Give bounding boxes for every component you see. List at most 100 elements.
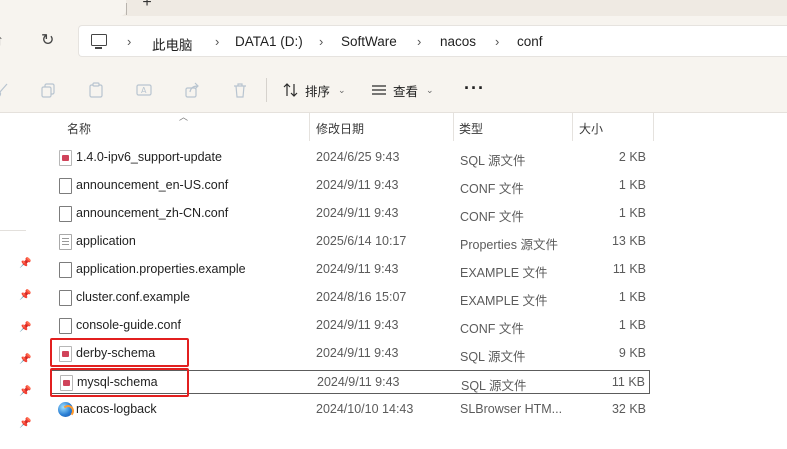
file-type: CONF 文件 <box>460 322 524 336</box>
file-type: SQL 源文件 <box>460 154 526 168</box>
file-size: 32 KB <box>611 402 646 416</box>
file-row[interactable]: announcement_zh-CN.conf 2024/9/11 9:43 C… <box>51 202 650 226</box>
file-size: 2 KB <box>618 150 646 164</box>
share-icon[interactable] <box>184 82 200 98</box>
view-label: 查看 <box>393 84 419 99</box>
file-row[interactable]: cluster.conf.example 2024/8/16 15:07 EXA… <box>51 286 650 310</box>
pin-icon[interactable]: 📌 <box>19 418 31 430</box>
tab-separator <box>126 3 127 15</box>
sort-button[interactable]: 排序 ⌄ <box>283 79 346 101</box>
file-size: 1 KB <box>618 206 646 220</box>
file-type: EXAMPLE 文件 <box>460 294 548 308</box>
rename-icon[interactable]: A <box>136 82 152 98</box>
file-icon <box>59 318 72 334</box>
sort-label: 排序 <box>305 84 331 99</box>
file-name: console-guide.conf <box>76 318 181 332</box>
file-size: 1 KB <box>618 318 646 332</box>
view-list-icon <box>372 85 386 95</box>
column-header-row: ︿ 名称 修改日期 类型 大小 <box>37 112 787 141</box>
sql-file-icon <box>59 150 72 166</box>
file-type: CONF 文件 <box>460 182 524 196</box>
chevron-right-icon[interactable]: › <box>127 34 131 49</box>
toolbar-divider <box>266 78 267 102</box>
file-name: cluster.conf.example <box>76 290 190 304</box>
file-size: 9 KB <box>618 346 646 360</box>
computer-icon[interactable] <box>91 34 107 49</box>
pin-icon[interactable]: 📌 <box>19 322 31 334</box>
file-name: announcement_en-US.conf <box>76 178 229 192</box>
active-tab[interactable] <box>0 0 126 16</box>
file-row[interactable]: announcement_en-US.conf 2024/9/11 9:43 C… <box>51 174 650 198</box>
column-header-type[interactable]: 类型 <box>459 120 483 137</box>
file-row[interactable]: application 2025/6/14 10:17 Properties 源… <box>51 230 650 254</box>
file-date: 2024/9/11 9:43 <box>316 206 399 220</box>
column-separator[interactable] <box>572 113 573 141</box>
file-date: 2024/9/11 9:43 <box>316 262 399 276</box>
chevron-down-icon: ⌄ <box>338 84 346 95</box>
file-name: nacos-logback <box>76 402 157 416</box>
breadcrumb-data1-drive[interactable]: DATA1 (D:) <box>235 34 303 49</box>
file-icon <box>59 178 72 194</box>
chevron-right-icon[interactable]: › <box>215 34 219 49</box>
column-header-name[interactable]: 名称 <box>67 120 91 137</box>
file-name: 1.4.0-ipv6_support-update <box>76 150 222 164</box>
column-header-date[interactable]: 修改日期 <box>316 120 364 137</box>
file-row[interactable]: application.properties.example 2024/9/11… <box>51 258 650 282</box>
view-button[interactable]: 查看 ⌄ <box>371 79 434 101</box>
column-separator[interactable] <box>453 113 454 141</box>
column-header-size[interactable]: 大小 <box>579 120 603 137</box>
chevron-right-icon[interactable]: › <box>495 34 499 49</box>
file-size: 11 KB <box>612 262 646 276</box>
file-date: 2024/9/11 9:43 <box>316 346 399 360</box>
tab-strip: + <box>0 0 787 16</box>
paste-icon[interactable] <box>88 82 104 98</box>
browser-html-icon <box>58 402 74 417</box>
address-bar[interactable]: › 此电脑 › DATA1 (D:) › SoftWare › nacos › … <box>78 25 787 57</box>
pin-icon[interactable]: 📌 <box>19 386 31 398</box>
file-name: application.properties.example <box>76 262 246 276</box>
column-separator[interactable] <box>653 113 654 141</box>
chevron-right-icon[interactable]: › <box>417 34 421 49</box>
breadcrumb-software[interactable]: SoftWare <box>341 34 397 49</box>
mysql-schema-highlight <box>50 368 189 397</box>
pin-icon[interactable]: 📌 <box>19 290 31 302</box>
breadcrumb-nacos[interactable]: nacos <box>440 34 476 49</box>
file-row[interactable]: 1.4.0-ipv6_support-update 2024/6/25 9:43… <box>51 146 650 170</box>
svg-text:A: A <box>141 86 147 95</box>
column-separator[interactable] <box>309 113 310 141</box>
file-date: 2024/6/25 9:43 <box>316 150 400 164</box>
pin-icon[interactable]: 📌 <box>19 258 31 270</box>
delete-icon[interactable] <box>232 82 248 98</box>
file-row[interactable]: nacos-logback 2024/10/10 14:43 SLBrowser… <box>51 398 650 422</box>
file-name: application <box>76 234 136 248</box>
up-arrow-icon[interactable]: ↑ <box>0 33 4 49</box>
chevron-right-icon[interactable]: › <box>319 34 323 49</box>
file-type: SQL 源文件 <box>460 350 526 364</box>
file-size: 11 KB <box>611 375 645 389</box>
nav-pane-divider <box>0 230 26 231</box>
cut-icon[interactable] <box>0 82 10 98</box>
breadcrumb-conf[interactable]: conf <box>517 34 543 49</box>
file-size: 1 KB <box>618 290 646 304</box>
pin-icon[interactable]: 📌 <box>19 354 31 366</box>
file-type: Properties 源文件 <box>460 238 558 252</box>
file-type: CONF 文件 <box>460 210 524 224</box>
new-tab-button[interactable]: + <box>138 0 156 12</box>
copy-icon[interactable] <box>40 82 56 98</box>
more-options-button[interactable]: ··· <box>464 78 485 99</box>
file-icon <box>59 290 72 306</box>
properties-file-icon <box>59 234 72 250</box>
file-date: 2024/9/11 9:43 <box>317 375 400 389</box>
breadcrumb-this-pc[interactable]: 此电脑 <box>152 34 193 54</box>
file-icon <box>59 206 72 222</box>
sort-icon <box>283 83 298 97</box>
file-type: EXAMPLE 文件 <box>460 266 548 280</box>
derby-schema-highlight <box>50 338 189 367</box>
file-date: 2024/9/11 9:43 <box>316 318 399 332</box>
refresh-icon[interactable]: ↻ <box>41 33 54 49</box>
command-bar: A 排序 ⌄ 查看 ⌄ ··· <box>0 66 787 113</box>
file-name: announcement_zh-CN.conf <box>76 206 229 220</box>
file-row[interactable]: console-guide.conf 2024/9/11 9:43 CONF 文… <box>51 314 650 338</box>
navigation-bar: ↑ ↻ › 此电脑 › DATA1 (D:) › SoftWare › naco… <box>0 16 787 66</box>
file-size: 1 KB <box>618 178 646 192</box>
